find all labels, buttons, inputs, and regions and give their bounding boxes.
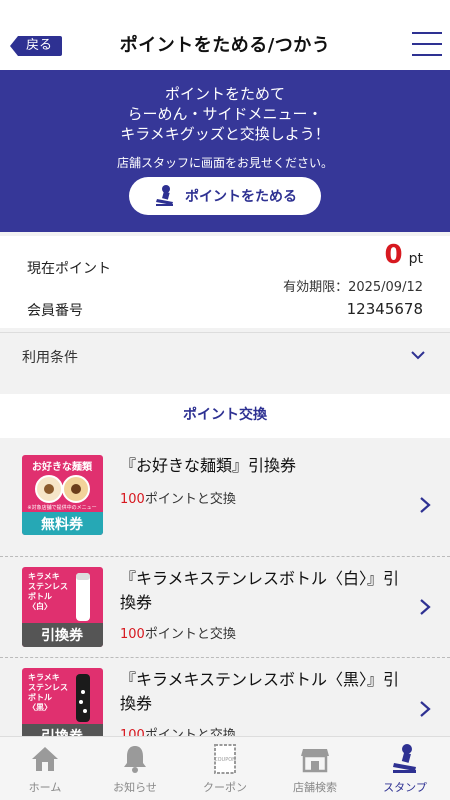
thumb-badge: 引換券 xyxy=(41,627,84,644)
noodle-coupon-image: お好きな麺類 ※対象店舗で提供中のメニュー 無料券 xyxy=(22,455,103,535)
banner-note: 店舗スタッフに画面をお見せください。 xyxy=(116,156,333,170)
tab-coupons[interactable]: COUPON クーポン xyxy=(180,737,270,800)
terms-label: 利用条件 xyxy=(22,350,78,366)
exchange-item[interactable]: お好きな麺類 ※対象店舗で提供中のメニュー 無料券 『お好きな麺類』引換券 10… xyxy=(0,438,450,556)
coupon-icon-text: COUPON xyxy=(214,757,236,763)
item-name: 『お好きな麺類』引換券 xyxy=(120,456,297,475)
home-icon xyxy=(32,747,58,771)
member-number: 12345678 xyxy=(346,300,423,318)
item-cost-text: ポイントと交換 xyxy=(144,627,236,642)
points-panel: 現在ポイント 0 pt 有効期限：2025/09/12 会員番号 1234567… xyxy=(0,236,450,328)
tab-notices[interactable]: お知らせ xyxy=(90,737,180,800)
bottle-white-coupon-image: キラメキステンレスボトル〈白〉 引換券 xyxy=(22,567,103,647)
tab-home[interactable]: ホーム xyxy=(0,737,90,800)
collect-points-label: ポイントをためる xyxy=(185,189,297,205)
app-screen: 戻る ポイントをためる/つかう ポイントをためて らーめん・サイドメニュー・ キ… xyxy=(0,0,450,800)
stamp-icon xyxy=(393,744,416,773)
back-button[interactable]: 戻る xyxy=(10,36,63,56)
exchange-item[interactable]: キラメキステンレスボトル〈白〉 引換券 『キラメキステンレスボトル〈白〉』引換券… xyxy=(0,557,450,657)
item-thumbnail: お好きな麺類 ※対象店舗で提供中のメニュー 無料券 xyxy=(22,455,103,535)
chevron-down-icon xyxy=(411,351,425,360)
terms-accordion[interactable]: 利用条件 xyxy=(0,332,450,392)
points-unit: pt xyxy=(408,251,423,267)
banner-line: キラメキグッズと交換しよう！ xyxy=(120,125,330,143)
item-name: 『キラメキステンレスボトル〈白〉』引換券 xyxy=(120,569,400,612)
item-cost: 100ポイントと交換 xyxy=(120,488,236,507)
banner-line: らーめん・サイドメニュー・ xyxy=(127,105,323,123)
thumb-badge: 無料券 xyxy=(41,516,84,533)
chevron-right-icon xyxy=(420,701,431,717)
tab-label: スタンプ xyxy=(383,781,427,794)
collect-points-button[interactable]: ポイントをためる xyxy=(129,177,321,215)
points-banner: ポイントをためて らーめん・サイドメニュー・ キラメキグッズと交換しよう！ 店舗… xyxy=(0,70,450,232)
item-thumbnail: キラメキステンレスボトル〈白〉 引換券 xyxy=(22,567,103,647)
page-title: ポイントをためる/つかう xyxy=(119,35,331,56)
current-points-value: 0 pt xyxy=(385,240,423,270)
item-cost: 100ポイントと交換 xyxy=(120,623,236,642)
chevron-right-icon xyxy=(420,599,431,615)
banner-message: ポイントをためて らーめん・サイドメニュー・ キラメキグッズと交換しよう！ xyxy=(0,70,450,144)
store-icon xyxy=(301,749,329,773)
points-expiry: 有効期限：2025/09/12 xyxy=(283,280,423,295)
hamburger-menu-icon[interactable] xyxy=(412,32,442,56)
thumb-title: お好きな麺類 xyxy=(32,460,93,473)
stamp-icon xyxy=(156,185,173,206)
banner-line: ポイントをためて xyxy=(164,85,285,103)
tab-label: お知らせ xyxy=(113,781,157,794)
app-header: 戻る ポイントをためる/つかう xyxy=(0,0,450,70)
thumb-subtext: ※対象店舗で提供中のメニュー xyxy=(27,504,96,511)
tab-label: クーポン xyxy=(203,781,247,794)
exchange-section-title: ポイント交換 xyxy=(0,394,450,438)
tab-stamp[interactable]: スタンプ xyxy=(360,737,450,800)
item-cost-number: 100 xyxy=(120,627,145,642)
tab-store-search[interactable]: 店舗検索 xyxy=(270,737,360,800)
bell-icon xyxy=(124,746,146,773)
current-points-label: 現在ポイント xyxy=(27,261,111,277)
bottom-tab-bar: ホーム お知らせ COUPON クーポン 店舗検索 スタンプ xyxy=(0,736,450,800)
item-cost-text: ポイントと交換 xyxy=(144,492,236,507)
member-number-label: 会員番号 xyxy=(27,303,83,319)
item-name: 『キラメキステンレスボトル〈黒〉』引換券 xyxy=(120,670,400,713)
chevron-right-icon xyxy=(420,497,431,513)
coupon-icon: COUPON xyxy=(214,744,236,774)
item-cost-number: 100 xyxy=(120,492,145,507)
points-number: 0 xyxy=(384,240,403,270)
tab-label: ホーム xyxy=(28,781,62,794)
tab-label: 店舗検索 xyxy=(293,781,337,794)
